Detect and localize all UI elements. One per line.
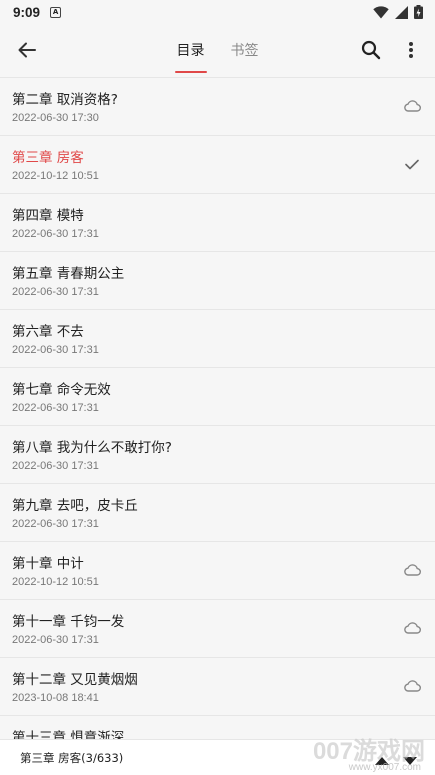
cloud-icon xyxy=(403,680,421,692)
check-icon xyxy=(405,159,419,169)
chapter-item[interactable]: 第十一章 千钧一发 2022-06-30 17:31 xyxy=(0,600,435,658)
scroll-up-icon[interactable] xyxy=(375,757,389,765)
cloud-status xyxy=(403,620,421,636)
notification-icon: A xyxy=(50,6,62,18)
chapter-date: 2022-06-30 17:31 xyxy=(12,286,99,298)
more-options-button[interactable] xyxy=(398,37,424,63)
status-time: 9:09 xyxy=(13,4,41,20)
cloud-icon xyxy=(403,100,421,112)
chapter-date: 2022-06-30 17:30 xyxy=(12,112,99,124)
chapter-date: 2022-06-30 17:31 xyxy=(12,634,99,646)
chapter-title: 第四章 模特 xyxy=(12,208,84,224)
cloud-status xyxy=(403,678,421,694)
cloud-status xyxy=(403,562,421,578)
chapter-date: 2022-10-12 10:51 xyxy=(12,170,99,182)
read-status xyxy=(403,156,421,172)
chapter-date: 2022-06-30 17:31 xyxy=(12,344,99,356)
search-icon xyxy=(361,40,381,60)
chapter-date: 2023-10-08 18:41 xyxy=(12,692,99,704)
battery-icon xyxy=(414,5,423,19)
chapter-title: 第十章 中计 xyxy=(12,556,84,572)
tab-bookmarks[interactable]: 书签 xyxy=(229,24,261,76)
chapter-title: 第七章 命令无效 xyxy=(12,382,111,398)
chapter-date: 2022-10-12 10:51 xyxy=(12,576,99,588)
chapter-date: 2022-06-30 17:31 xyxy=(12,460,99,472)
chapter-date: 2022-06-30 17:31 xyxy=(12,228,99,240)
chapter-list[interactable]: 第二章 取消资格? 2022-06-30 17:30 第三章 房客 2022-10-1… xyxy=(0,77,435,775)
chapter-item[interactable]: 第三章 房客 2022-10-12 10:51 xyxy=(0,136,435,194)
chapter-item[interactable]: 第四章 模特 2022-06-30 17:31 xyxy=(0,194,435,252)
wifi-icon xyxy=(373,5,389,18)
chapter-item[interactable]: 第七章 命令无效 2022-06-30 17:31 xyxy=(0,368,435,426)
chapter-item[interactable]: 第九章 去吧，皮卡丘 2022-06-30 17:31 xyxy=(0,484,435,542)
toolbar: 目录 书签 xyxy=(0,24,435,76)
more-vert-icon xyxy=(409,42,413,58)
tab-contents[interactable]: 目录 xyxy=(174,24,207,76)
chapter-item[interactable]: 第二章 取消资格? 2022-06-30 17:30 xyxy=(0,78,435,136)
chapter-title: 第八章 我为什么不敢打你? xyxy=(12,440,172,456)
arrow-left-icon xyxy=(18,42,36,58)
chapter-title: 第五章 青春期公主 xyxy=(12,266,125,282)
chapter-date: 2022-06-30 17:31 xyxy=(12,518,99,530)
chapter-title: 第二章 取消资格? xyxy=(12,92,118,108)
chapter-title: 第三章 房客 xyxy=(12,150,84,166)
chapter-item[interactable]: 第五章 青春期公主 2022-06-30 17:31 xyxy=(0,252,435,310)
back-button[interactable] xyxy=(14,37,40,63)
chapter-item[interactable]: 第十二章 又见黄烟烟 2023-10-08 18:41 xyxy=(0,658,435,716)
search-button[interactable] xyxy=(358,37,384,63)
chapter-item[interactable]: 第八章 我为什么不敢打你? 2022-06-30 17:31 xyxy=(0,426,435,484)
cloud-icon xyxy=(403,564,421,576)
chapter-item[interactable]: 第十章 中计 2022-10-12 10:51 xyxy=(0,542,435,600)
chapter-title: 第九章 去吧，皮卡丘 xyxy=(12,498,138,514)
bottom-bar: 第三章 房客(3/633) xyxy=(0,739,435,775)
scroll-down-icon[interactable] xyxy=(403,757,417,765)
cloud-status xyxy=(403,98,421,114)
status-icons xyxy=(373,5,423,19)
chapter-date: 2022-06-30 17:31 xyxy=(12,402,99,414)
current-chapter-indicator: 第三章 房客(3/633) xyxy=(20,750,124,765)
chapter-title: 第十二章 又见黄烟烟 xyxy=(12,672,138,688)
chapter-title: 第十一章 千钧一发 xyxy=(12,614,125,630)
chapter-item[interactable]: 第六章 不去 2022-06-30 17:31 xyxy=(0,310,435,368)
scroll-buttons xyxy=(375,757,417,765)
chapter-title: 第六章 不去 xyxy=(12,324,84,340)
status-bar: 9:09 A xyxy=(0,0,435,24)
signal-icon xyxy=(395,5,408,19)
cloud-icon xyxy=(403,622,421,634)
